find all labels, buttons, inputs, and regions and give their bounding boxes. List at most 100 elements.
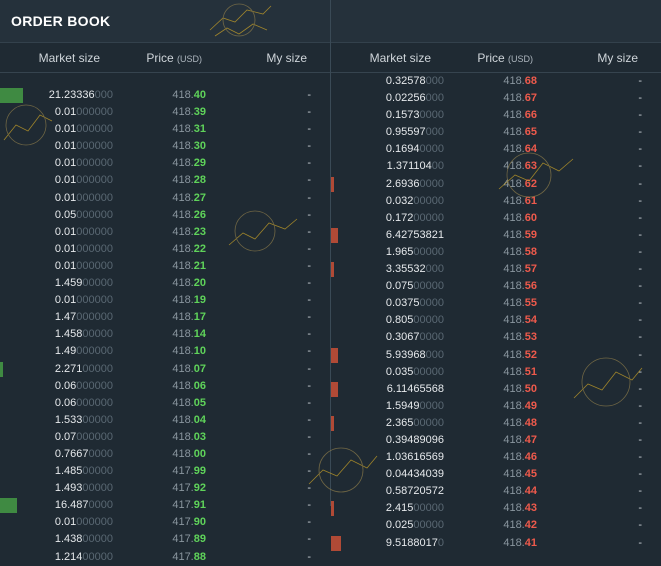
price-value: 418.06 [172, 379, 206, 392]
market-size-value: 0.03750000 [385, 297, 444, 310]
ask-order-row[interactable]: 1.96500000 418.58 - [331, 244, 661, 261]
my-size-value: - [638, 245, 642, 258]
price-value: 418.17 [172, 311, 206, 324]
my-size-value: - [307, 294, 311, 307]
bid-order-row[interactable]: 0.01000000 417.90 - [0, 514, 330, 531]
bull-bear-watermark-icon [573, 357, 643, 407]
depth-bar [331, 415, 334, 431]
market-size-value: 0.16940000 [385, 143, 444, 156]
market-size-value: 6.11465568 [386, 382, 444, 395]
my-size-value: - [307, 174, 311, 187]
price-value: 418.20 [172, 277, 206, 290]
ask-order-row[interactable]: 0.39489096 418.47 - [331, 432, 661, 449]
my-size-value: - [307, 89, 311, 101]
price-value: 417.99 [172, 465, 206, 478]
ask-order-row[interactable]: 0.15730000 418.66 - [331, 107, 661, 124]
ask-order-row[interactable]: 0.30670000 418.53 - [331, 329, 661, 346]
ask-order-row[interactable]: 9.51880170 418.41 - [331, 535, 661, 552]
price-value: 418.46 [503, 451, 537, 464]
market-size-value: 0.01000000 [54, 516, 113, 529]
market-size-value: 1.47000000 [54, 311, 113, 324]
price-value: 418.30 [172, 140, 206, 153]
price-value: 418.53 [503, 331, 537, 344]
ask-order-row[interactable]: 6.42753821 418.59 - [331, 227, 661, 244]
bid-order-row[interactable]: 1.21400000 417.88 - [0, 549, 330, 566]
ask-order-row[interactable]: 0.03750000 418.55 - [331, 295, 661, 312]
market-size-value: 1.53300000 [54, 413, 113, 426]
bid-order-row[interactable]: 2.27100000 418.07 - [0, 361, 330, 378]
bid-order-row[interactable]: 0.76670000 418.00- [0, 446, 330, 463]
market-size-value: 0.01000000 [54, 294, 113, 307]
price-value: 417.92 [172, 482, 206, 495]
bull-bear-watermark-icon [228, 210, 298, 252]
bid-order-row[interactable]: 1.53300000 418.04 - [0, 412, 330, 429]
my-size-value: - [638, 485, 642, 498]
price-value: 418.51 [503, 365, 537, 378]
price-value: 418.27 [172, 191, 206, 204]
bid-order-row[interactable]: 0.01000000 418.21 - [0, 258, 330, 275]
price-value: 418.48 [503, 416, 537, 429]
ask-order-row[interactable]: 0.07500000 418.56 - [331, 278, 661, 295]
bid-order-row[interactable]: 0.01000000 418.29 - [0, 155, 330, 172]
bid-order-row[interactable]: 1.47000000 418.17 - [0, 309, 330, 326]
market-size-value: 1.59490000 [385, 399, 444, 412]
depth-bar [331, 262, 334, 278]
market-size-value: 0.03500000 [385, 365, 444, 378]
my-size-value: - [638, 194, 642, 207]
price-value: 418.60 [503, 211, 537, 224]
bid-order-row[interactable]: 1.49300000 417.92- [0, 480, 330, 497]
my-size-value: - [638, 331, 642, 344]
market-size-value: 1.37110400 [386, 160, 444, 173]
bull-bear-watermark-icon [308, 447, 378, 493]
ask-order-row[interactable]: 0.32578000 418.68 - [331, 73, 661, 90]
bid-order-row[interactable]: 0.06000000 418.06 - [0, 378, 330, 395]
ask-order-row[interactable]: 3.35532000 418.57 - [331, 261, 661, 278]
market-size-value: 0.01000000 [54, 225, 113, 238]
market-size-value: 1.96500000 [385, 245, 444, 258]
ask-order-row[interactable]: 0.58720572 418.44 - [331, 483, 661, 500]
market-size-value: 21.23336000 [48, 89, 113, 101]
ask-order-row[interactable]: 0.95597000 418.65 - [331, 124, 661, 141]
price-value: 418.50 [503, 382, 537, 395]
price-value: 418.66 [503, 109, 537, 122]
ask-order-row[interactable]: 2.36500000 418.48 - [331, 415, 661, 432]
bid-order-row[interactable]: 1.45900000 418.20 - [0, 275, 330, 292]
price-value: 418.43 [503, 502, 537, 515]
ask-order-row[interactable]: 2.41500000 418.43 - [331, 500, 661, 517]
ask-order-row[interactable]: 0.02256000 418.67 - [331, 90, 661, 107]
bid-order-row[interactable]: 1.49000000 418.10 - [0, 343, 330, 360]
ask-order-row[interactable]: 0.02500000 418.42 - [331, 517, 661, 534]
my-size-value: - [638, 211, 642, 224]
market-size-value: 2.69360000 [385, 177, 444, 190]
bid-order-row[interactable]: 1.43800000 417.89 - [0, 531, 330, 548]
my-size-value: - [638, 536, 642, 549]
bid-order-row[interactable]: 0.06000000 418.05 - [0, 395, 330, 412]
market-size-value: 2.27100000 [54, 362, 113, 375]
my-size-value: - [638, 314, 642, 327]
market-size-value: 1.43800000 [54, 533, 113, 546]
bid-order-row[interactable]: 1.45800000 418.14 - [0, 326, 330, 343]
ask-order-row[interactable]: 0.17200000 418.60 - [331, 210, 661, 227]
ask-order-row[interactable]: 0.80500000 418.54 - [331, 312, 661, 329]
price-value: 418.42 [503, 519, 537, 532]
bid-order-row[interactable]: 1.48500000 417.99- [0, 463, 330, 480]
market-size-value: 0.01000000 [54, 106, 113, 119]
my-size-value: - [307, 208, 311, 221]
bids-list: 21.23336000 418.40-0.01000000 418.39-0.010… [0, 87, 330, 566]
bid-order-row[interactable]: 0.01000000 418.19 - [0, 292, 330, 309]
bid-order-row[interactable]: 0.01000000 418.28 - [0, 172, 330, 189]
ask-order-row[interactable]: 1.03616569 418.46 - [331, 449, 661, 466]
price-value: 418.55 [503, 297, 537, 310]
market-size-value: 0.01000000 [54, 174, 113, 187]
my-size-value: - [638, 416, 642, 429]
market-size-value: 1.49300000 [54, 482, 113, 495]
my-size-value: - [638, 228, 642, 241]
ask-order-row[interactable]: 0.04434039 418.45 - [331, 466, 661, 483]
market-size-value: 0.58720572 [385, 485, 444, 498]
market-size-value: 0.07500000 [385, 280, 444, 293]
market-size-value: 0.17200000 [385, 211, 444, 224]
header-market-size: Market size [369, 51, 431, 65]
price-value: 418.47 [503, 433, 537, 446]
my-size-value: - [638, 177, 642, 190]
bid-order-row[interactable]: 0.07000000 418.03- [0, 429, 330, 446]
